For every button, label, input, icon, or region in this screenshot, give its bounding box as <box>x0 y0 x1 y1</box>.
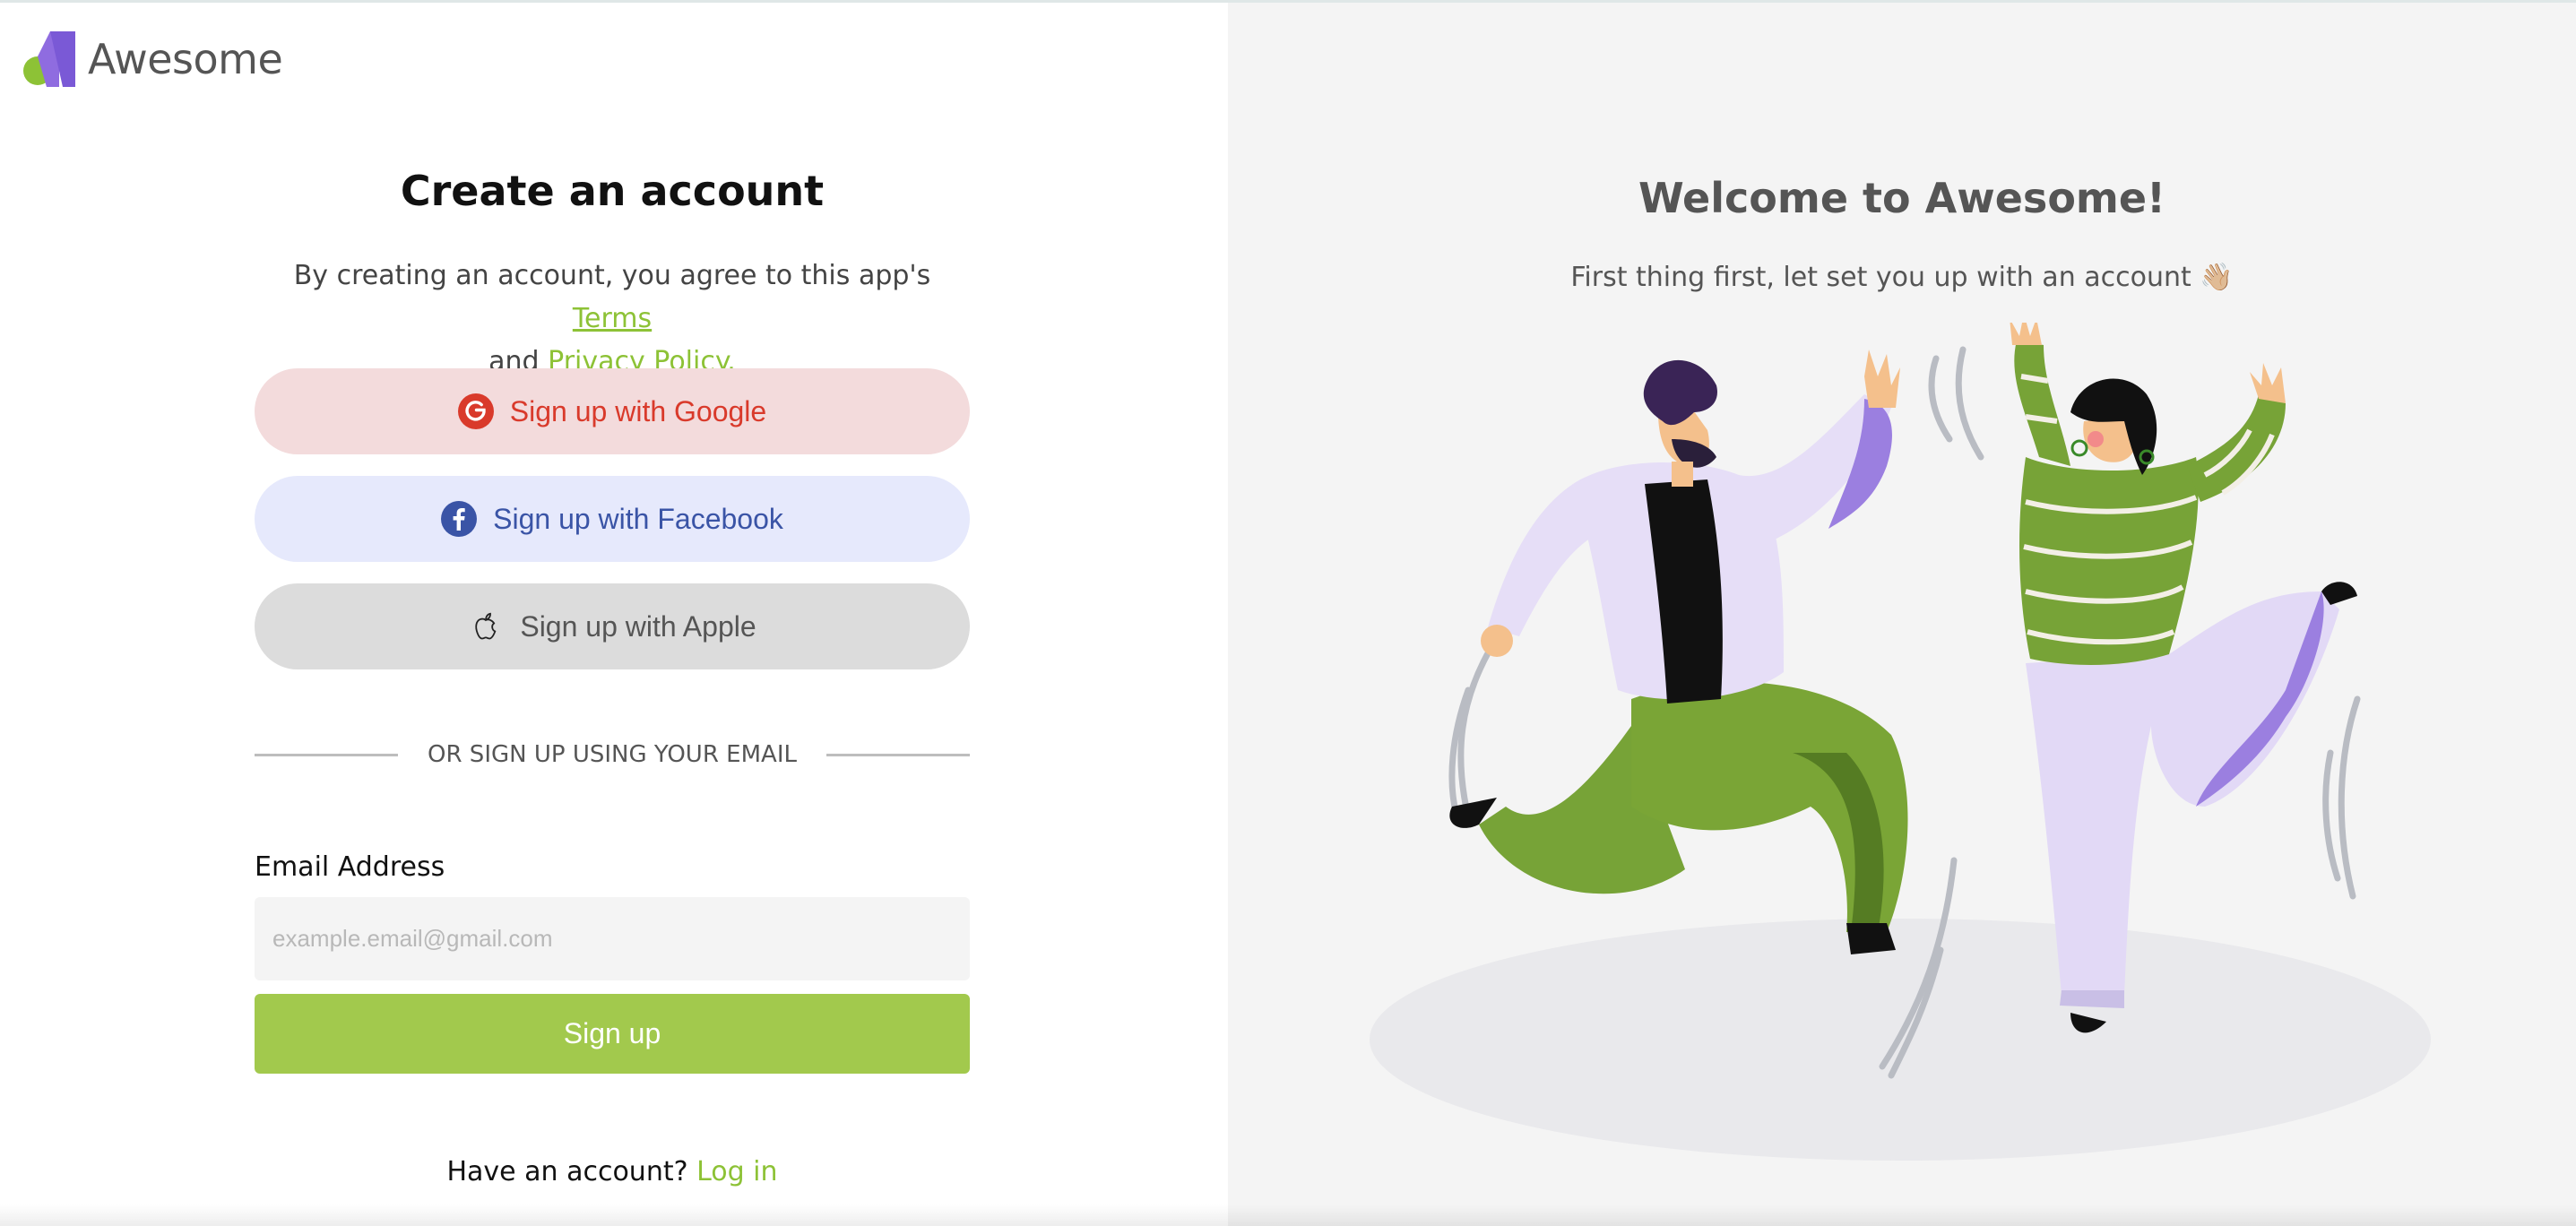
email-label: Email Address <box>255 851 445 883</box>
apple-signup-label: Sign up with Apple <box>520 609 756 643</box>
terms-prefix: By creating an account, you agree to thi… <box>293 260 931 291</box>
google-signup-button[interactable]: Sign up with Google <box>255 368 970 454</box>
welcome-subtitle: First thing first, let set you up with a… <box>1570 262 2234 293</box>
brand-logo[interactable]: Awesome <box>23 30 283 88</box>
email-input[interactable] <box>255 897 970 980</box>
google-icon <box>457 393 494 429</box>
brand-name: Awesome <box>88 35 283 83</box>
apple-signup-button[interactable]: Sign up with Apple <box>255 583 970 669</box>
login-link[interactable]: Log in <box>696 1156 777 1187</box>
divider-line-right <box>826 754 970 756</box>
google-signup-label: Sign up with Google <box>509 394 767 427</box>
terms-link[interactable]: Terms <box>573 303 652 334</box>
email-divider: OR SIGN UP USING YOUR EMAIL <box>255 738 970 771</box>
dancing-people-illustration <box>1370 323 2431 1161</box>
facebook-icon <box>441 501 478 537</box>
have-account-text: Have an account? <box>446 1156 688 1187</box>
woman-figure <box>2010 323 2357 1033</box>
awesome-logo-icon <box>23 31 75 87</box>
terms-notice: By creating an account, you agree to thi… <box>255 255 970 384</box>
apple-icon <box>468 609 504 644</box>
signup-button[interactable]: Sign up <box>255 994 970 1074</box>
facebook-signup-label: Sign up with Facebook <box>493 502 783 535</box>
login-prompt: Have an account? Log in <box>255 1156 970 1187</box>
bottom-edge-shadow <box>0 1204 2576 1226</box>
facebook-signup-button[interactable]: Sign up with Facebook <box>255 476 970 562</box>
page-title: Create an account <box>400 167 825 215</box>
man-figure <box>1449 350 1908 954</box>
welcome-title: Welcome to Awesome! <box>1638 174 2166 222</box>
